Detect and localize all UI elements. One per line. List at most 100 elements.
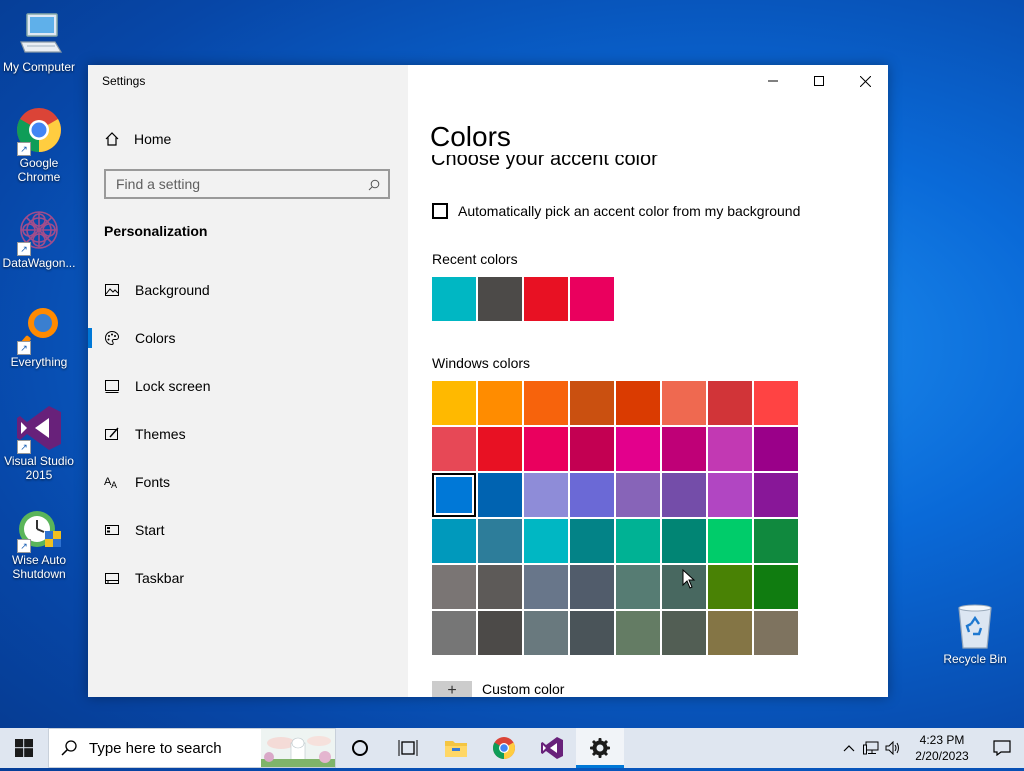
windows-color-swatch[interactable]	[524, 611, 568, 655]
windows-color-swatch[interactable]	[432, 381, 476, 425]
windows-color-swatch[interactable]	[432, 427, 476, 471]
nav-item-label: Taskbar	[135, 570, 185, 586]
desktop-icon-my-computer[interactable]: My Computer	[0, 10, 78, 74]
windows-color-swatch[interactable]	[478, 565, 522, 609]
task-view-button[interactable]	[384, 728, 432, 768]
windows-color-swatch[interactable]	[616, 565, 660, 609]
windows-color-swatch[interactable]	[616, 519, 660, 563]
selected-color-swatch[interactable]	[432, 473, 476, 517]
windows-color-swatch[interactable]	[708, 565, 752, 609]
windows-color-swatch[interactable]	[662, 519, 706, 563]
windows-color-swatch[interactable]	[570, 381, 614, 425]
settings-window: Settings Home Find a setting Personaliza…	[88, 65, 888, 697]
recent-color-swatch[interactable]	[432, 277, 476, 321]
start-button[interactable]	[0, 728, 48, 768]
windows-color-swatch[interactable]	[478, 519, 522, 563]
windows-color-swatch[interactable]	[478, 611, 522, 655]
windows-color-swatch[interactable]	[662, 427, 706, 471]
computer-icon	[15, 10, 63, 58]
windows-color-swatch[interactable]	[662, 473, 706, 517]
action-center-button[interactable]	[980, 728, 1024, 768]
windows-color-swatch[interactable]	[570, 473, 614, 517]
search-icon	[368, 178, 380, 191]
nav-item-start[interactable]: Start	[88, 510, 408, 550]
windows-color-swatch[interactable]	[754, 427, 798, 471]
windows-color-swatch[interactable]	[616, 473, 660, 517]
windows-color-swatch[interactable]	[432, 565, 476, 609]
windows-color-swatch[interactable]	[432, 611, 476, 655]
windows-color-swatch[interactable]	[708, 611, 752, 655]
nav-item-background[interactable]: Background	[88, 270, 408, 310]
windows-color-swatch[interactable]	[432, 519, 476, 563]
windows-color-swatch[interactable]	[570, 611, 614, 655]
nav-item-label: Lock screen	[135, 378, 211, 394]
minimize-button[interactable]	[750, 65, 796, 97]
windows-color-swatch[interactable]	[662, 611, 706, 655]
taskbar-file-explorer[interactable]	[432, 728, 480, 768]
windows-color-swatch[interactable]	[708, 427, 752, 471]
nav-item-themes[interactable]: Themes	[88, 414, 408, 454]
nav-item-taskbar[interactable]: Taskbar	[88, 558, 408, 598]
windows-color-swatch[interactable]	[478, 381, 522, 425]
show-hidden-icons-button[interactable]	[838, 728, 860, 768]
nav-item-colors[interactable]: Colors	[88, 318, 408, 358]
windows-color-swatch[interactable]	[708, 473, 752, 517]
shortcut-arrow-icon: ↗	[17, 440, 31, 454]
desktop-icon-wise-shutdown[interactable]: ↗ Wise Auto Shutdown	[0, 503, 78, 581]
volume-button[interactable]	[882, 728, 904, 768]
windows-color-swatch[interactable]	[524, 381, 568, 425]
clock-date: 2/20/2023	[915, 749, 969, 763]
maximize-icon	[814, 76, 824, 86]
windows-color-swatch[interactable]	[570, 565, 614, 609]
desktop-icon-visual-studio[interactable]: ↗ Visual Studio 2015	[0, 404, 78, 482]
start-icon	[104, 522, 120, 538]
recent-color-swatch[interactable]	[478, 277, 522, 321]
taskbar-clock[interactable]: 4:23 PM 2/20/2023	[904, 732, 980, 764]
nav-item-fonts[interactable]: AA Fonts	[88, 462, 408, 502]
find-setting-input[interactable]: Find a setting	[104, 169, 390, 199]
clock-time: 4:23 PM	[919, 733, 965, 747]
taskbar-search-box[interactable]: Type here to search	[48, 728, 336, 768]
desktop-icon-datawagon[interactable]: ↗ DataWagon...	[0, 206, 78, 270]
recent-color-swatch[interactable]	[524, 277, 568, 321]
windows-color-swatch[interactable]	[754, 565, 798, 609]
windows-color-swatch[interactable]	[524, 565, 568, 609]
desktop-icon-recycle-bin[interactable]: Recycle Bin	[936, 602, 1014, 666]
taskbar-icon	[104, 570, 120, 586]
checkbox-box[interactable]	[432, 203, 448, 219]
windows-color-swatch[interactable]	[662, 381, 706, 425]
close-button[interactable]	[842, 65, 888, 97]
windows-color-swatch[interactable]	[754, 611, 798, 655]
windows-color-swatch[interactable]	[616, 427, 660, 471]
windows-color-swatch[interactable]	[754, 473, 798, 517]
windows-color-swatch[interactable]	[524, 519, 568, 563]
windows-color-swatch[interactable]	[616, 611, 660, 655]
plus-icon: +	[432, 681, 472, 697]
windows-color-swatch[interactable]	[524, 473, 568, 517]
windows-color-swatch[interactable]	[570, 427, 614, 471]
auto-pick-accent-checkbox[interactable]: Automatically pick an accent color from …	[432, 203, 800, 219]
windows-color-swatch[interactable]	[754, 381, 798, 425]
windows-color-swatch[interactable]	[708, 519, 752, 563]
taskbar-settings[interactable]	[576, 728, 624, 768]
windows-color-swatch[interactable]	[754, 519, 798, 563]
taskbar-visual-studio[interactable]	[528, 728, 576, 768]
windows-color-swatch[interactable]	[524, 427, 568, 471]
desktop-icon-everything[interactable]: ↗ Everything	[0, 305, 78, 369]
settings-icon	[590, 738, 610, 758]
nav-item-lock-screen[interactable]: Lock screen	[88, 366, 408, 406]
network-button[interactable]	[860, 728, 882, 768]
nav-home[interactable]: Home	[104, 129, 171, 149]
windows-color-swatch[interactable]	[708, 381, 752, 425]
windows-color-swatch[interactable]	[616, 381, 660, 425]
windows-color-swatch[interactable]	[570, 519, 614, 563]
cortana-button[interactable]	[336, 728, 384, 768]
recent-color-swatch[interactable]	[570, 277, 614, 321]
taskbar-chrome[interactable]	[480, 728, 528, 768]
desktop-icon-chrome[interactable]: ↗ Google Chrome	[0, 106, 78, 184]
windows-color-swatch[interactable]	[478, 473, 522, 517]
nav-item-label: Colors	[135, 330, 176, 346]
custom-color-button[interactable]: + Custom color	[432, 681, 564, 697]
maximize-button[interactable]	[796, 65, 842, 97]
windows-color-swatch[interactable]	[478, 427, 522, 471]
